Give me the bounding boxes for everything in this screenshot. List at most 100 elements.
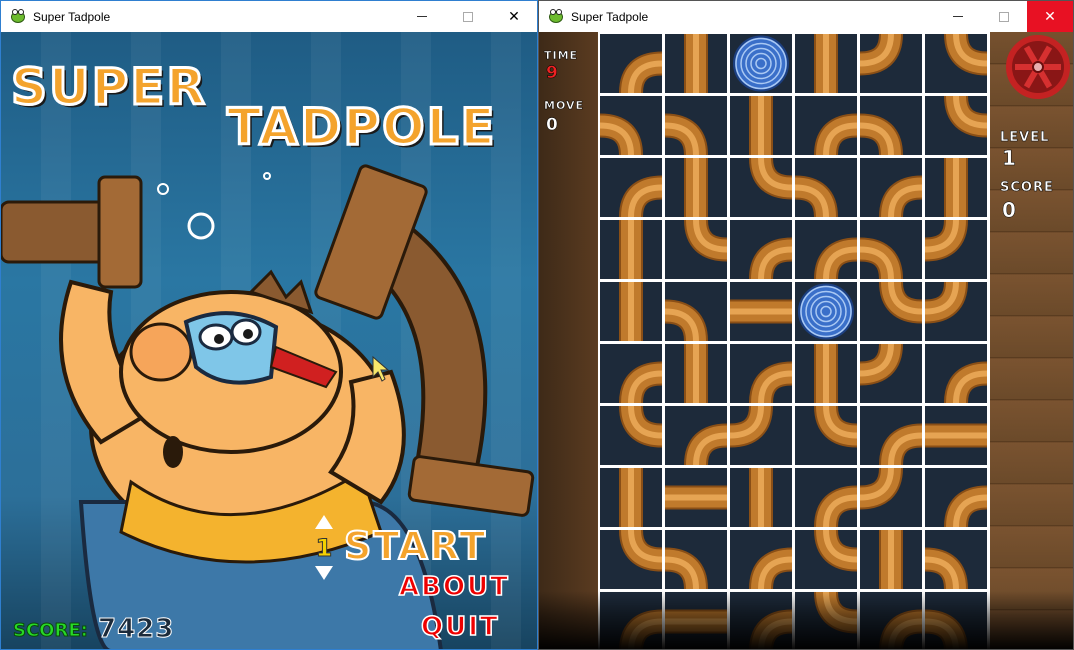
quit-button[interactable]: QUIT	[420, 611, 500, 643]
pipe-tile[interactable]	[600, 220, 662, 279]
level-down-arrow-icon[interactable]	[315, 566, 333, 580]
pipe-tile[interactable]	[860, 282, 922, 341]
pipe-icon	[749, 547, 792, 589]
pipe-tile[interactable]	[795, 282, 857, 341]
pipe-tile[interactable]	[665, 34, 727, 93]
level-value: 1	[1002, 146, 1016, 171]
pipe-tile[interactable]	[795, 344, 857, 403]
pipe-tile[interactable]	[730, 468, 792, 527]
level-selector-value: 1	[315, 534, 333, 563]
pipe-icon	[879, 282, 922, 324]
pipe-tile[interactable]	[730, 282, 792, 341]
pipe-tile[interactable]	[860, 530, 922, 589]
pipe-tile[interactable]	[730, 34, 792, 93]
pipe-tile[interactable]	[925, 468, 987, 527]
pipe-tile[interactable]	[925, 158, 987, 217]
pipe-tile[interactable]	[860, 592, 922, 649]
pipe-tile[interactable]	[600, 468, 662, 527]
start-button[interactable]: START	[343, 523, 487, 569]
pipe-tile[interactable]	[860, 158, 922, 217]
close-button[interactable]: ✕	[491, 1, 537, 32]
pipe-tile[interactable]	[860, 344, 922, 403]
pipe-icon	[749, 237, 792, 279]
pipe-icon	[944, 158, 968, 217]
close-button[interactable]: ✕	[1027, 1, 1073, 32]
pipe-tile[interactable]	[860, 96, 922, 155]
pipe-icon	[684, 220, 727, 262]
pipe-icon	[814, 34, 838, 93]
pipe-tile[interactable]	[665, 406, 727, 465]
pipe-tile[interactable]	[795, 158, 857, 217]
pipe-tile[interactable]	[600, 158, 662, 217]
pipe-tile[interactable]	[665, 344, 727, 403]
pipe-icon	[684, 423, 727, 465]
score-value: 0	[1002, 198, 1016, 223]
close-icon: ✕	[1044, 8, 1056, 25]
pipe-tile[interactable]	[665, 468, 727, 527]
pipe-tile[interactable]	[795, 34, 857, 93]
pipe-tile[interactable]	[925, 530, 987, 589]
pipe-icon	[814, 530, 857, 572]
maximize-button[interactable]	[445, 1, 491, 32]
pipe-icon	[879, 609, 922, 649]
pipe-tile[interactable]	[860, 468, 922, 527]
pipe-tile[interactable]	[795, 406, 857, 465]
pipe-tile[interactable]	[925, 34, 987, 93]
pipe-tile[interactable]	[600, 34, 662, 93]
pipe-tile[interactable]	[730, 344, 792, 403]
pipe-tile[interactable]	[860, 34, 922, 93]
pipe-tile[interactable]	[925, 592, 987, 649]
pipe-tile[interactable]	[600, 592, 662, 649]
valve-wheel-icon[interactable]	[1006, 35, 1070, 99]
pipe-tile[interactable]	[730, 592, 792, 649]
pipe-tile[interactable]	[665, 592, 727, 649]
pipe-icon	[944, 34, 987, 76]
close-icon: ✕	[508, 8, 520, 25]
pipe-tile[interactable]	[600, 96, 662, 155]
score-label: SCORE	[1000, 180, 1054, 196]
pipe-icon	[814, 113, 857, 155]
level-up-arrow-icon[interactable]	[315, 515, 333, 529]
pipe-tile[interactable]	[925, 344, 987, 403]
pipe-tile[interactable]	[600, 406, 662, 465]
pipe-tile[interactable]	[600, 344, 662, 403]
pipe-tile[interactable]	[665, 282, 727, 341]
pipe-tile[interactable]	[925, 220, 987, 279]
pipe-tile[interactable]	[795, 220, 857, 279]
pipe-tile[interactable]	[600, 282, 662, 341]
pipe-tile[interactable]	[730, 220, 792, 279]
pipe-icon	[860, 237, 903, 279]
pipe-icon	[619, 220, 643, 279]
pipe-tile[interactable]	[925, 406, 987, 465]
titlebar[interactable]: Super Tadpole ✕	[539, 1, 1073, 32]
pipe-icon	[730, 406, 773, 448]
minimize-button[interactable]	[399, 1, 445, 32]
pipe-tile[interactable]	[795, 96, 857, 155]
pipe-tile[interactable]	[795, 592, 857, 649]
pipe-tile[interactable]	[925, 282, 987, 341]
pipe-tile[interactable]	[730, 158, 792, 217]
pipe-tile[interactable]	[925, 96, 987, 155]
pipe-tile[interactable]	[730, 406, 792, 465]
pipe-tile[interactable]	[860, 406, 922, 465]
pipe-tile[interactable]	[600, 530, 662, 589]
pipe-tile[interactable]	[860, 220, 922, 279]
pipe-tile[interactable]	[795, 468, 857, 527]
pipe-grid	[598, 32, 990, 649]
pipe-tile[interactable]	[730, 96, 792, 155]
pipe-icon	[879, 423, 922, 465]
pipe-tile[interactable]	[665, 220, 727, 279]
pipe-icon	[814, 406, 857, 448]
pipe-tile[interactable]	[665, 158, 727, 217]
about-button[interactable]: ABOUT	[398, 571, 510, 603]
minimize-button[interactable]	[935, 1, 981, 32]
maximize-button[interactable]	[981, 1, 1027, 32]
pipe-icon	[925, 547, 968, 589]
pipe-icon	[795, 175, 838, 217]
pipe-tile[interactable]	[665, 96, 727, 155]
pipe-tile[interactable]	[730, 530, 792, 589]
pipe-tile[interactable]	[665, 530, 727, 589]
titlebar[interactable]: Super Tadpole ✕	[1, 1, 537, 32]
pipe-tile[interactable]	[795, 530, 857, 589]
pipe-icon	[944, 485, 987, 527]
